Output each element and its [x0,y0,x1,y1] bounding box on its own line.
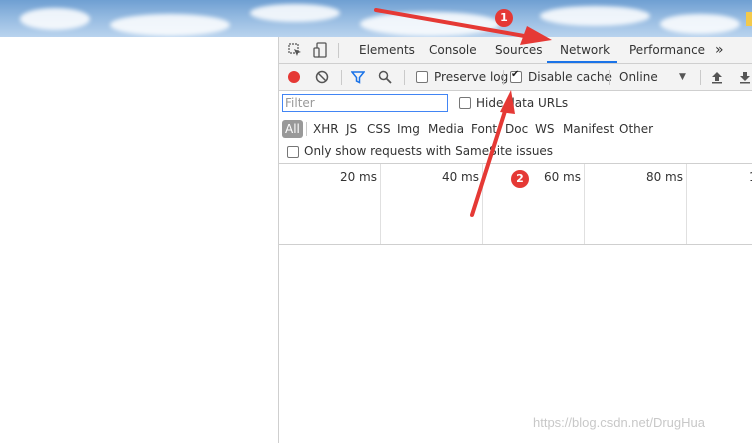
annotation-arrows [374,8,552,217]
annotation-badge-1: 1 [495,9,513,27]
annotation-badge-2: 2 [511,170,529,188]
annotation-arrow-2 [470,106,508,217]
arrow-head-2 [500,90,515,114]
watermark-text: https://blog.csdn.net/DrugHua [533,415,705,430]
arrow-head-1 [520,26,552,45]
